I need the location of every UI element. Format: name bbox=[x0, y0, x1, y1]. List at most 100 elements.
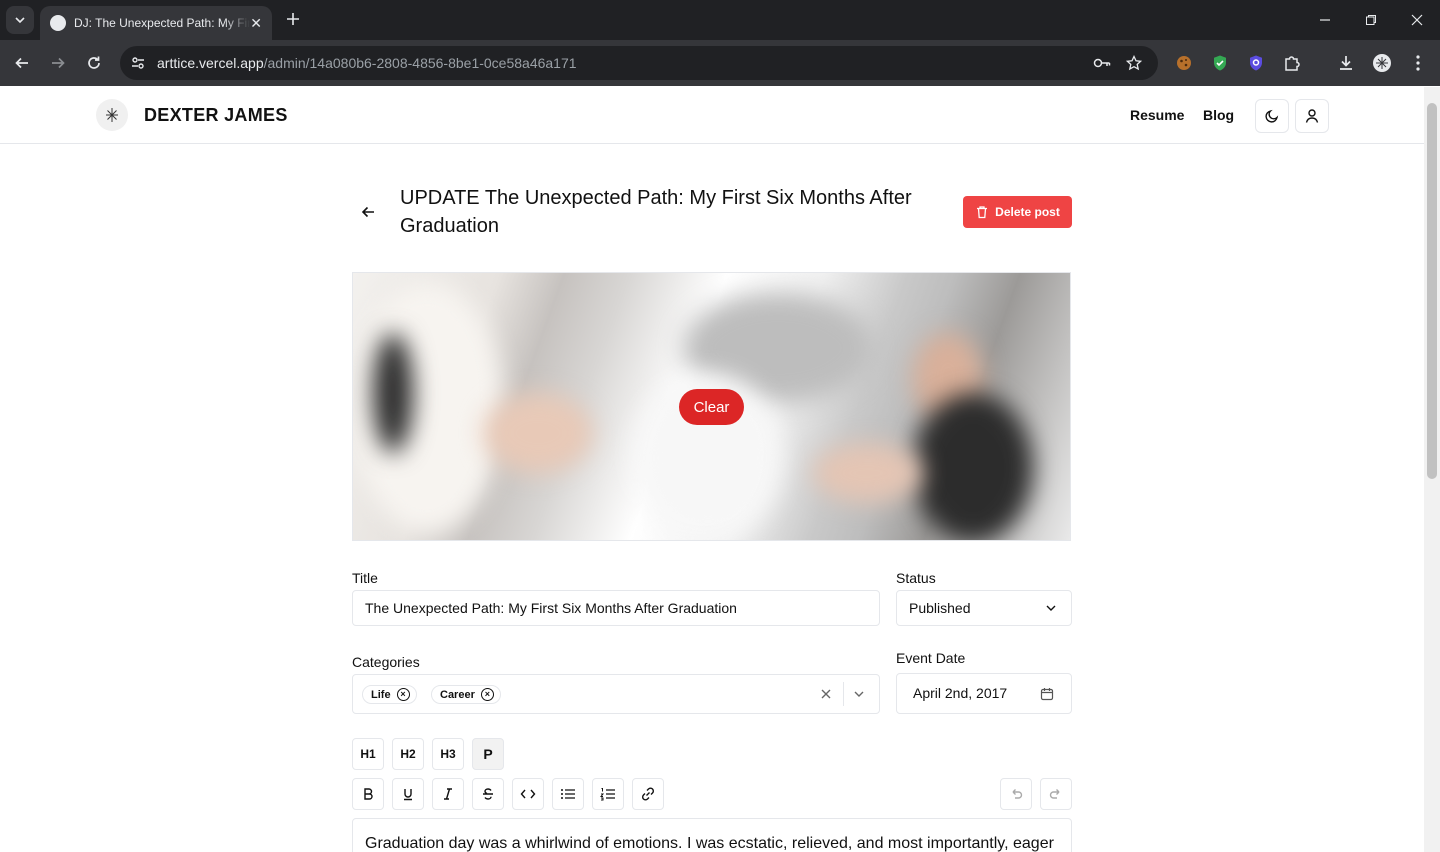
bullet-list-icon bbox=[561, 789, 575, 799]
password-key-icon[interactable] bbox=[1092, 53, 1112, 73]
forward-nav-button[interactable] bbox=[46, 51, 70, 75]
redo-icon bbox=[1049, 789, 1060, 799]
strikethrough-icon bbox=[483, 788, 493, 800]
chevron-down-icon bbox=[15, 17, 25, 24]
category-chip-label: Life bbox=[371, 688, 391, 701]
italic-button[interactable] bbox=[432, 778, 464, 810]
browser-tabbar: DJ: The Unexpected Path: My First Six Mo… bbox=[0, 0, 1440, 40]
code-icon bbox=[520, 789, 536, 799]
link-icon bbox=[641, 787, 655, 801]
site-header: DEXTER JAMES Resume Blog bbox=[0, 87, 1424, 144]
url-text: arttice.vercel.app/admin/14a080b6-2808-4… bbox=[157, 55, 577, 71]
delete-post-label: Delete post bbox=[995, 205, 1060, 219]
ordered-list-button[interactable] bbox=[592, 778, 624, 810]
clear-image-button[interactable]: Clear bbox=[679, 389, 744, 425]
profile-avatar-icon[interactable] bbox=[1371, 52, 1393, 74]
arrow-left-icon bbox=[15, 57, 28, 69]
reload-button[interactable] bbox=[82, 51, 106, 75]
tab-search-button[interactable] bbox=[6, 6, 34, 34]
arrow-right-icon bbox=[52, 57, 65, 69]
delete-post-button[interactable]: Delete post bbox=[963, 196, 1072, 228]
undo-icon bbox=[1012, 789, 1023, 799]
undo-button[interactable] bbox=[1000, 778, 1032, 810]
url-host: arttice.vercel.app bbox=[157, 55, 264, 71]
privacy-extension-icon[interactable] bbox=[1245, 52, 1267, 74]
arrow-left-icon bbox=[361, 206, 374, 218]
calendar-icon bbox=[1040, 688, 1054, 701]
tab-title: DJ: The Unexpected Path: My First Six Mo… bbox=[74, 16, 250, 30]
extensions-puzzle-icon[interactable] bbox=[1281, 52, 1303, 74]
page-scrollbar[interactable] bbox=[1424, 87, 1440, 852]
address-bar[interactable]: arttice.vercel.app/admin/14a080b6-2808-4… bbox=[120, 46, 1158, 80]
moon-icon bbox=[1265, 109, 1279, 123]
shield-extension-icon[interactable] bbox=[1209, 52, 1231, 74]
restore-button[interactable] bbox=[1348, 0, 1394, 40]
paragraph-button[interactable]: P bbox=[472, 738, 504, 770]
trash-icon bbox=[977, 206, 988, 219]
brand-name[interactable]: DEXTER JAMES bbox=[144, 105, 288, 126]
event-date-value: April 2nd, 2017 bbox=[913, 685, 1008, 701]
bookmark-star-icon[interactable] bbox=[1124, 53, 1144, 73]
cookie-extension-icon[interactable] bbox=[1173, 52, 1195, 74]
browser-toolbar: arttice.vercel.app/admin/14a080b6-2808-4… bbox=[0, 40, 1440, 86]
url-path: /admin/14a080b6-2808-4856-8be1-0ce58a46a… bbox=[263, 55, 577, 71]
ordered-list-icon bbox=[600, 788, 615, 801]
bold-icon bbox=[364, 788, 373, 800]
nav-blog-link[interactable]: Blog bbox=[1203, 107, 1234, 123]
site-favicon-icon bbox=[50, 15, 66, 31]
remove-category-icon[interactable]: × bbox=[396, 688, 410, 701]
snowflake-logo-icon bbox=[106, 108, 118, 122]
bold-button[interactable] bbox=[352, 778, 384, 810]
remove-category-icon[interactable]: × bbox=[480, 688, 494, 701]
underline-icon bbox=[404, 789, 412, 801]
title-label: Title bbox=[352, 570, 378, 586]
status-select[interactable]: Published bbox=[896, 590, 1072, 626]
close-icon bbox=[1411, 14, 1423, 26]
site-logo[interactable] bbox=[96, 99, 128, 131]
close-tab-icon[interactable]: ✕ bbox=[250, 15, 262, 32]
bullet-list-button[interactable] bbox=[552, 778, 584, 810]
status-label: Status bbox=[896, 570, 936, 586]
divider bbox=[843, 682, 844, 706]
categories-multiselect[interactable]: Life × Career × bbox=[352, 674, 880, 714]
category-chip-label: Career bbox=[440, 688, 475, 701]
chevron-down-icon bbox=[1046, 605, 1056, 611]
title-input[interactable]: The Unexpected Path: My First Six Months… bbox=[352, 590, 880, 626]
content-editor[interactable]: Graduation day was a whirlwind of emotio… bbox=[352, 818, 1072, 852]
browser-menu-icon[interactable] bbox=[1407, 52, 1429, 74]
status-value: Published bbox=[909, 600, 971, 616]
minimize-button[interactable] bbox=[1302, 0, 1348, 40]
back-button[interactable] bbox=[358, 202, 378, 222]
redo-button[interactable] bbox=[1040, 778, 1072, 810]
restore-icon bbox=[1366, 15, 1376, 25]
browser-tab[interactable]: DJ: The Unexpected Path: My First Six Mo… bbox=[40, 6, 272, 40]
clear-all-icon[interactable] bbox=[820, 688, 832, 700]
theme-toggle-button[interactable] bbox=[1255, 99, 1289, 133]
underline-button[interactable] bbox=[392, 778, 424, 810]
event-date-label: Event Date bbox=[896, 650, 966, 666]
heading2-button[interactable]: H2 bbox=[392, 738, 424, 770]
account-button[interactable] bbox=[1295, 99, 1329, 133]
minimize-icon bbox=[1320, 19, 1330, 21]
heading3-button[interactable]: H3 bbox=[432, 738, 464, 770]
reload-icon bbox=[88, 56, 100, 69]
strikethrough-button[interactable] bbox=[472, 778, 504, 810]
download-icon[interactable] bbox=[1335, 52, 1357, 74]
italic-icon bbox=[444, 788, 452, 800]
event-date-picker[interactable]: April 2nd, 2017 bbox=[896, 673, 1072, 714]
category-chip: Career × bbox=[431, 685, 501, 704]
close-window-button[interactable] bbox=[1394, 0, 1440, 40]
page-title: UPDATE The Unexpected Path: My First Six… bbox=[400, 187, 912, 237]
category-chip: Life × bbox=[362, 685, 417, 704]
code-button[interactable] bbox=[512, 778, 544, 810]
chevron-down-icon[interactable] bbox=[853, 688, 865, 700]
back-nav-button[interactable] bbox=[10, 51, 34, 75]
new-tab-button[interactable] bbox=[282, 8, 304, 30]
user-icon bbox=[1305, 109, 1319, 123]
page-viewport: DEXTER JAMES Resume Blog UPDATE The Unex… bbox=[0, 87, 1424, 852]
scrollbar-thumb[interactable] bbox=[1427, 103, 1437, 479]
heading1-button[interactable]: H1 bbox=[352, 738, 384, 770]
link-button[interactable] bbox=[632, 778, 664, 810]
site-info-icon[interactable] bbox=[128, 53, 148, 73]
nav-resume-link[interactable]: Resume bbox=[1130, 107, 1184, 123]
